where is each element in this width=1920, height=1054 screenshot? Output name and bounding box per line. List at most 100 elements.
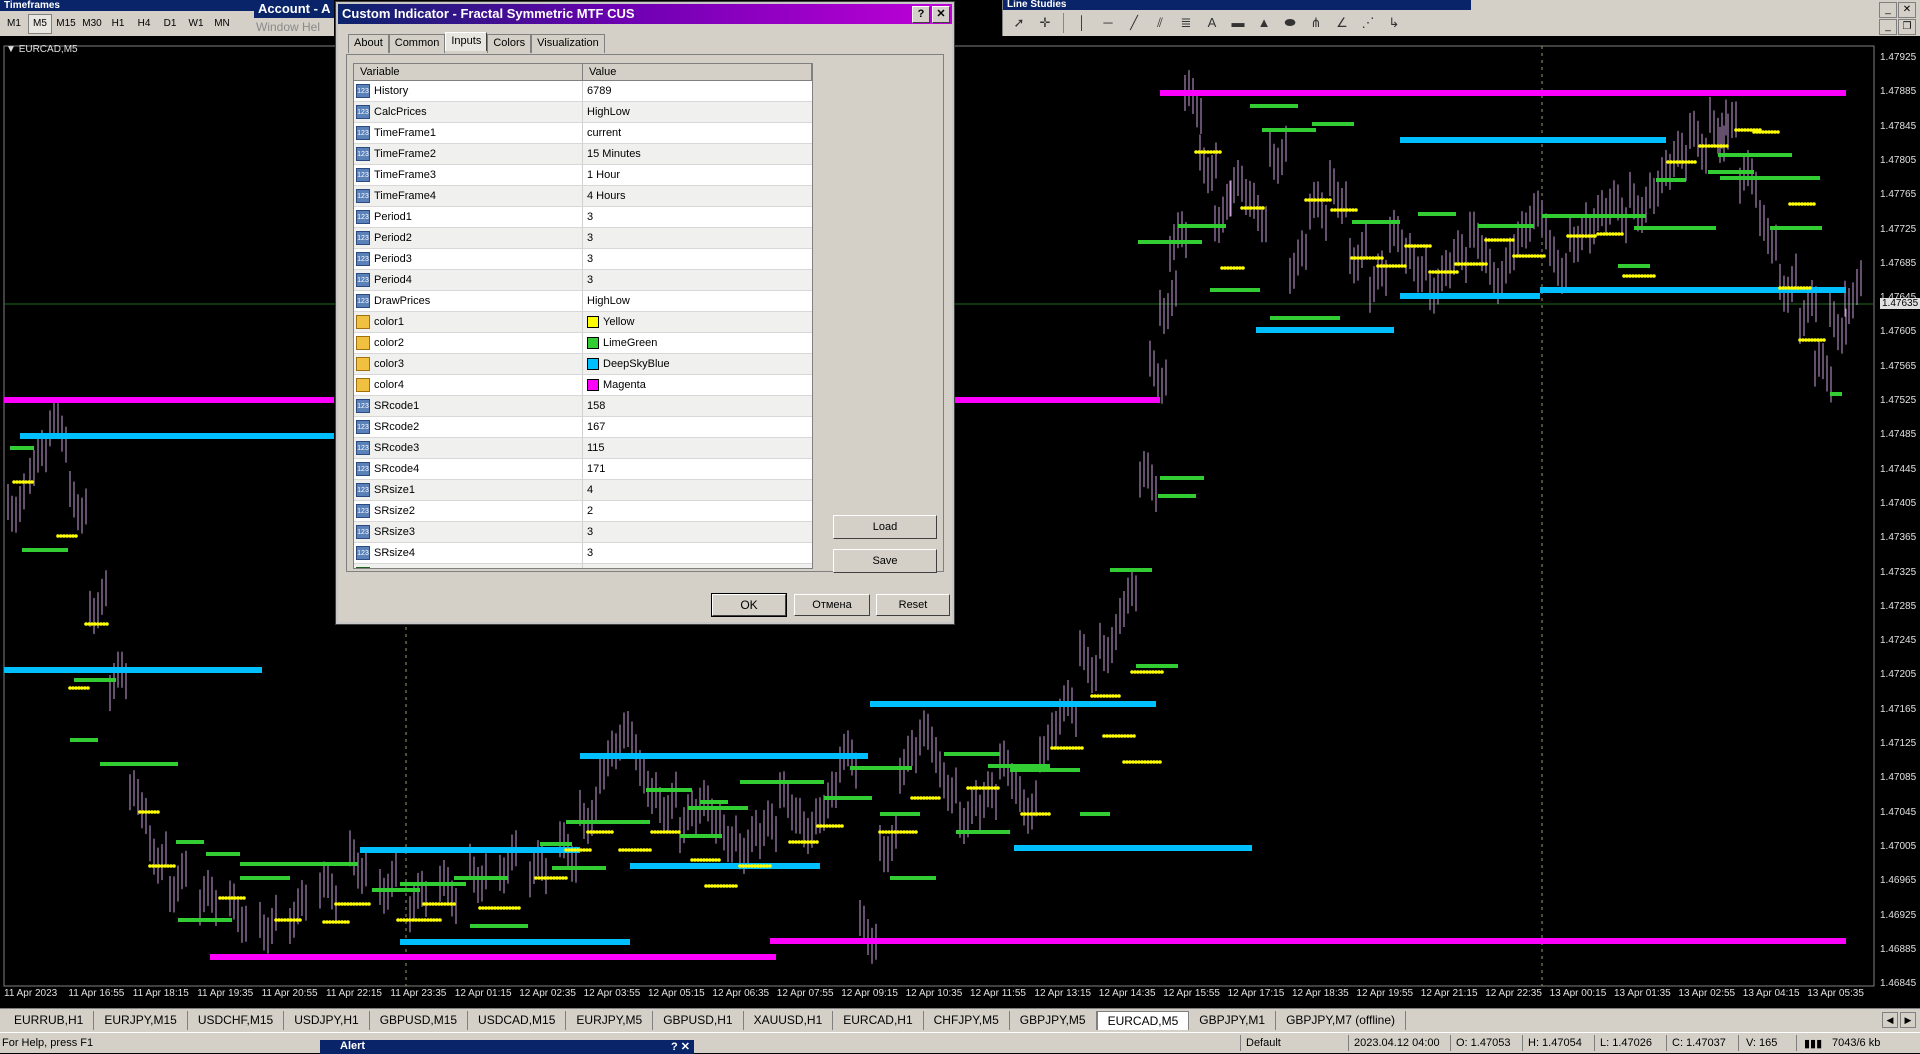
input-row[interactable]: 123 SRcode3 115 xyxy=(354,438,812,459)
minimize-child-icon[interactable]: _ xyxy=(1879,19,1897,35)
timeframe-button-h4[interactable]: H4 xyxy=(132,14,156,34)
column-header-variable[interactable]: Variable xyxy=(354,64,583,80)
reset-button[interactable]: Reset xyxy=(876,594,950,616)
column-header-value[interactable]: Value xyxy=(583,64,812,80)
symbol-tab[interactable]: GBPJPY,M1 xyxy=(1189,1011,1277,1030)
input-row[interactable]: color2 LimeGreen xyxy=(354,333,812,354)
input-row[interactable]: 123 SRsize1 4 xyxy=(354,480,812,501)
save-button[interactable]: Save xyxy=(833,549,937,573)
input-row[interactable]: 123 Period1 3 xyxy=(354,207,812,228)
timeframe-button-m5[interactable]: M5 xyxy=(28,14,52,34)
input-row[interactable]: 123 SRcode4 171 xyxy=(354,459,812,480)
chart-window[interactable] xyxy=(0,42,1920,992)
input-value-cell[interactable]: 3 xyxy=(583,249,812,269)
andrews-pitchfork-icon[interactable]: ⋔ xyxy=(1304,13,1328,33)
input-row[interactable]: 123 Period3 3 xyxy=(354,249,812,270)
symbol-tab[interactable]: CHFJPY,M5 xyxy=(924,1011,1010,1030)
text-icon[interactable]: A xyxy=(1200,13,1224,33)
input-value-cell[interactable]: 3 xyxy=(583,522,812,542)
symbol-tab[interactable]: USDCHF,M15 xyxy=(188,1011,285,1030)
input-value-cell[interactable]: 1 Hour xyxy=(583,165,812,185)
color-swatch[interactable] xyxy=(587,358,599,370)
symbol-tab[interactable]: EURCAD,H1 xyxy=(833,1011,924,1030)
input-value-cell[interactable]: 167 xyxy=(583,417,812,437)
horizontal-line-icon[interactable]: ─ xyxy=(1096,13,1120,33)
input-value-cell[interactable]: 3 xyxy=(583,543,812,563)
window-menu[interactable]: Window Hel xyxy=(254,18,336,36)
timeframe-button-m15[interactable]: M15 xyxy=(54,14,78,34)
tab-visualization[interactable]: Visualization xyxy=(531,34,605,53)
tab-about[interactable]: About xyxy=(348,34,389,53)
input-row[interactable]: color1 Yellow xyxy=(354,312,812,333)
price-chart[interactable] xyxy=(0,42,1920,992)
triangle-icon[interactable]: ▲ xyxy=(1252,13,1276,33)
alert-close-icon[interactable]: ? ✕ xyxy=(671,1040,690,1053)
input-row[interactable]: ShowSupRes true xyxy=(354,564,812,568)
tab-colors[interactable]: Colors xyxy=(487,34,532,53)
input-value-cell[interactable]: 3 xyxy=(583,228,812,248)
symbol-tab[interactable]: XAUUSD,H1 xyxy=(744,1011,834,1030)
close-button[interactable]: ✕ xyxy=(932,6,950,23)
cursor-icon[interactable]: ➚ xyxy=(1007,13,1031,33)
input-value-cell[interactable]: DeepSkyBlue xyxy=(583,354,812,374)
help-button[interactable]: ? xyxy=(912,6,930,23)
tab-scroll-right-icon[interactable]: ▶ xyxy=(1900,1012,1916,1028)
tab-common[interactable]: Common xyxy=(388,34,446,53)
input-row[interactable]: color4 Magenta xyxy=(354,375,812,396)
input-row[interactable]: 123 SRcode2 167 xyxy=(354,417,812,438)
color-swatch[interactable] xyxy=(587,316,599,328)
input-value-cell[interactable]: Magenta xyxy=(583,375,812,395)
input-row[interactable]: 123 Period2 3 xyxy=(354,228,812,249)
vertical-line-icon[interactable]: │ xyxy=(1070,13,1094,33)
equidistant-channel-icon[interactable]: ⫽ xyxy=(1148,13,1172,33)
input-row[interactable]: 123 Period4 3 xyxy=(354,270,812,291)
input-value-cell[interactable]: true xyxy=(583,564,812,568)
arrows-icon[interactable]: ↳ xyxy=(1382,13,1406,33)
input-value-cell[interactable]: 171 xyxy=(583,459,812,479)
tab-inputs[interactable]: Inputs xyxy=(445,32,488,51)
input-value-cell[interactable]: 4 xyxy=(583,480,812,500)
input-value-cell[interactable]: 2 xyxy=(583,501,812,521)
input-value-cell[interactable]: 6789 xyxy=(583,81,812,101)
input-row[interactable]: 123 SRsize4 3 xyxy=(354,543,812,564)
input-row[interactable]: 123 SRsize3 3 xyxy=(354,522,812,543)
input-row[interactable]: 123 CalcPrices HighLow xyxy=(354,102,812,123)
symbol-tab[interactable]: GBPJPY,M7 (offline) xyxy=(1276,1011,1407,1030)
symbol-tab[interactable]: EURJPY,M15 xyxy=(94,1011,188,1030)
timeframe-button-m1[interactable]: M1 xyxy=(2,14,26,34)
input-value-cell[interactable]: Yellow xyxy=(583,312,812,332)
fibonacci-icon[interactable]: ≣ xyxy=(1174,13,1198,33)
symbol-tab[interactable]: USDCAD,M15 xyxy=(468,1011,567,1030)
trendline-icon[interactable]: ╱ xyxy=(1122,13,1146,33)
cancel-button[interactable]: Отмена xyxy=(794,594,870,616)
input-value-cell[interactable]: HighLow xyxy=(583,102,812,122)
rectangle-icon[interactable]: ▬ xyxy=(1226,13,1250,33)
symbol-tab[interactable]: GBPJPY,M5 xyxy=(1010,1011,1097,1030)
symbol-tab[interactable]: EURCAD,M5 xyxy=(1096,1011,1190,1030)
input-value-cell[interactable]: 115 xyxy=(583,438,812,458)
input-value-cell[interactable]: 15 Minutes xyxy=(583,144,812,164)
symbol-tab[interactable]: GBPUSD,M15 xyxy=(370,1011,469,1030)
fibo-fan-icon[interactable]: ⋰ xyxy=(1356,13,1380,33)
restore-icon[interactable]: ❐ xyxy=(1898,19,1916,35)
symbol-tab[interactable]: EURJPY,M5 xyxy=(566,1011,654,1030)
color-swatch[interactable] xyxy=(587,337,599,349)
input-value-cell[interactable]: current xyxy=(583,123,812,143)
input-row[interactable]: 123 TimeFrame4 4 Hours xyxy=(354,186,812,207)
input-row[interactable]: 123 TimeFrame1 current xyxy=(354,123,812,144)
close-icon[interactable]: ✕ xyxy=(1898,2,1916,18)
input-value-cell[interactable]: HighLow xyxy=(583,291,812,311)
input-row[interactable]: 123 SRsize2 2 xyxy=(354,501,812,522)
input-value-cell[interactable]: 3 xyxy=(583,207,812,227)
input-value-cell[interactable]: LimeGreen xyxy=(583,333,812,353)
input-row[interactable]: 123 TimeFrame3 1 Hour xyxy=(354,165,812,186)
symbol-tab[interactable]: GBPUSD,H1 xyxy=(653,1011,744,1030)
symbol-tab[interactable]: USDJPY,H1 xyxy=(284,1011,370,1030)
input-row[interactable]: 123 DrawPrices HighLow xyxy=(354,291,812,312)
input-row[interactable]: 123 History 6789 xyxy=(354,81,812,102)
ok-button[interactable]: OK xyxy=(711,593,787,617)
ellipse-icon[interactable]: ⬬ xyxy=(1278,13,1302,33)
input-value-cell[interactable]: 158 xyxy=(583,396,812,416)
timeframe-button-w1[interactable]: W1 xyxy=(184,14,208,34)
input-row[interactable]: 123 SRcode1 158 xyxy=(354,396,812,417)
